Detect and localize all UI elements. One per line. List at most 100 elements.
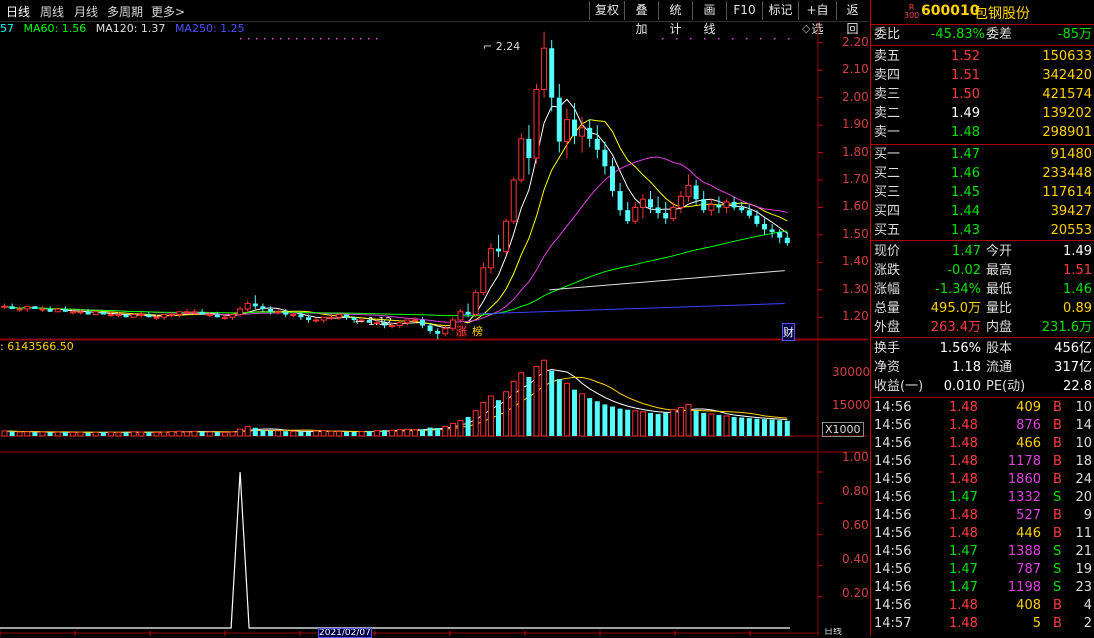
chart-settings-icon[interactable]: ◇ — [802, 22, 810, 35]
volume-bar — [784, 420, 790, 436]
stock-name[interactable]: 包钢股份 — [974, 3, 1030, 23]
candle-body — [62, 309, 68, 312]
f10-button[interactable]: F10 — [726, 1, 762, 20]
hot-list-marker[interactable]: 榜 — [472, 323, 483, 339]
signal-dot — [376, 38, 378, 40]
price-tick-label: 1.60 — [842, 199, 869, 214]
stock-code: 600010 — [921, 3, 980, 19]
signal-dot — [774, 38, 776, 40]
candle-body — [320, 316, 327, 321]
volume-bar — [229, 431, 236, 437]
signal-dot — [240, 38, 242, 40]
volume-bar — [221, 431, 228, 437]
volume-bar — [746, 418, 752, 436]
fuquan-button[interactable]: 复权 — [589, 1, 624, 20]
trade-tick-row: 14:57 1.48 5 B 2 — [874, 616, 1092, 631]
overlay-button[interactable]: 叠加 — [624, 1, 658, 36]
period-daily[interactable]: 日线 — [6, 3, 30, 20]
signal-dot — [272, 38, 274, 40]
signal-dot — [328, 38, 330, 40]
candle-body — [754, 215, 760, 224]
volume-bar — [457, 419, 464, 437]
candle-body — [762, 223, 767, 230]
draw-button[interactable]: 画线 — [692, 1, 726, 36]
candle-body — [625, 210, 631, 222]
candle-body — [252, 303, 258, 307]
trade-tick-row: 14:56 1.47 1388 S 21 — [874, 544, 1092, 559]
volume-bar — [526, 377, 532, 436]
sell-level-row: 卖三 1.50 421574 — [874, 87, 1092, 102]
financial-marker[interactable]: 财 — [782, 323, 795, 341]
signal-dot — [368, 38, 370, 40]
candle-body — [54, 308, 61, 313]
volume-bar — [16, 431, 23, 437]
volume-bar — [206, 431, 213, 437]
volume-bar — [161, 431, 168, 437]
candle-body — [777, 232, 783, 238]
limit-up-marker[interactable]: 涨 — [456, 323, 467, 339]
volume-bar — [449, 422, 456, 437]
price-tick-label: 1.70 — [842, 172, 869, 186]
kline-chart[interactable] — [0, 21, 868, 636]
buy-level-row: 买二 1.46 233448 — [874, 166, 1092, 181]
add-favorite-button[interactable]: +自选 — [798, 1, 836, 36]
candle-body — [138, 314, 145, 317]
period-multi[interactable]: 多周期 — [107, 3, 143, 20]
candle-body — [77, 311, 84, 314]
volume-bar — [54, 431, 61, 437]
volume-bar — [47, 432, 53, 436]
price-tick-label: 2.10 — [842, 62, 869, 77]
volume-bar — [663, 412, 669, 436]
candle-body — [503, 220, 510, 252]
volume-bar — [541, 359, 548, 437]
candle-body — [556, 97, 562, 142]
ma120-legend: MA120: 1.37 — [95, 22, 166, 35]
price-tick-label: 1.50 — [842, 226, 869, 241]
volume-bar — [252, 427, 258, 436]
candle-body — [457, 311, 464, 321]
ma120-line — [549, 270, 785, 291]
signal-dot — [718, 38, 720, 40]
period-monthly[interactable]: 月线 — [74, 3, 98, 20]
signal-dot — [760, 38, 762, 40]
volume-bar — [244, 426, 251, 437]
volume-bar — [723, 415, 730, 437]
quote-stat-row: 涨跌 -0.02 最高 1.51 — [874, 263, 1092, 278]
signal-dot — [676, 38, 678, 40]
back-button[interactable]: 返回 — [836, 1, 868, 36]
volume-bar — [693, 410, 699, 436]
finance-stat-row: 净资 1.18 流通 317亿 — [874, 360, 1092, 375]
volume-bar — [306, 431, 311, 436]
candle-body — [769, 229, 775, 233]
candle-body — [176, 311, 183, 316]
candle-body — [701, 199, 707, 211]
candle-body — [1, 305, 8, 308]
price-tick-label: 1.40 — [842, 254, 869, 269]
candle-body — [510, 179, 517, 222]
period-weekly[interactable]: 周线 — [40, 3, 64, 20]
period-more[interactable]: 更多> — [151, 3, 185, 20]
signal-dot — [352, 38, 354, 40]
ma-legend-short: 57 — [0, 22, 14, 35]
sell-level-row: 卖二 1.49 139202 — [874, 106, 1092, 121]
stats-button[interactable]: 统计 — [658, 1, 692, 36]
candle-body — [123, 314, 129, 318]
volume-bar — [533, 366, 540, 437]
volume-bar — [420, 429, 425, 436]
candle-body — [602, 149, 608, 167]
signal-dot — [788, 38, 790, 40]
volume-bar — [648, 412, 653, 436]
volume-bar — [708, 413, 715, 437]
volume-bar — [465, 417, 471, 436]
volume-bar — [115, 431, 122, 437]
volume-bar — [176, 430, 183, 437]
volume-bar — [298, 431, 304, 436]
ind-tick-1: 1.00 — [842, 450, 869, 464]
ma20-line — [4, 156, 788, 323]
volume-bar — [427, 427, 433, 436]
candle-body — [427, 325, 433, 331]
mark-button[interactable]: 标记 — [762, 1, 798, 20]
ma10-line — [4, 119, 788, 327]
trade-tick-row: 14:56 1.47 1198 S 23 — [874, 580, 1092, 595]
sell-level-row: 卖五 1.52 150633 — [874, 49, 1092, 64]
